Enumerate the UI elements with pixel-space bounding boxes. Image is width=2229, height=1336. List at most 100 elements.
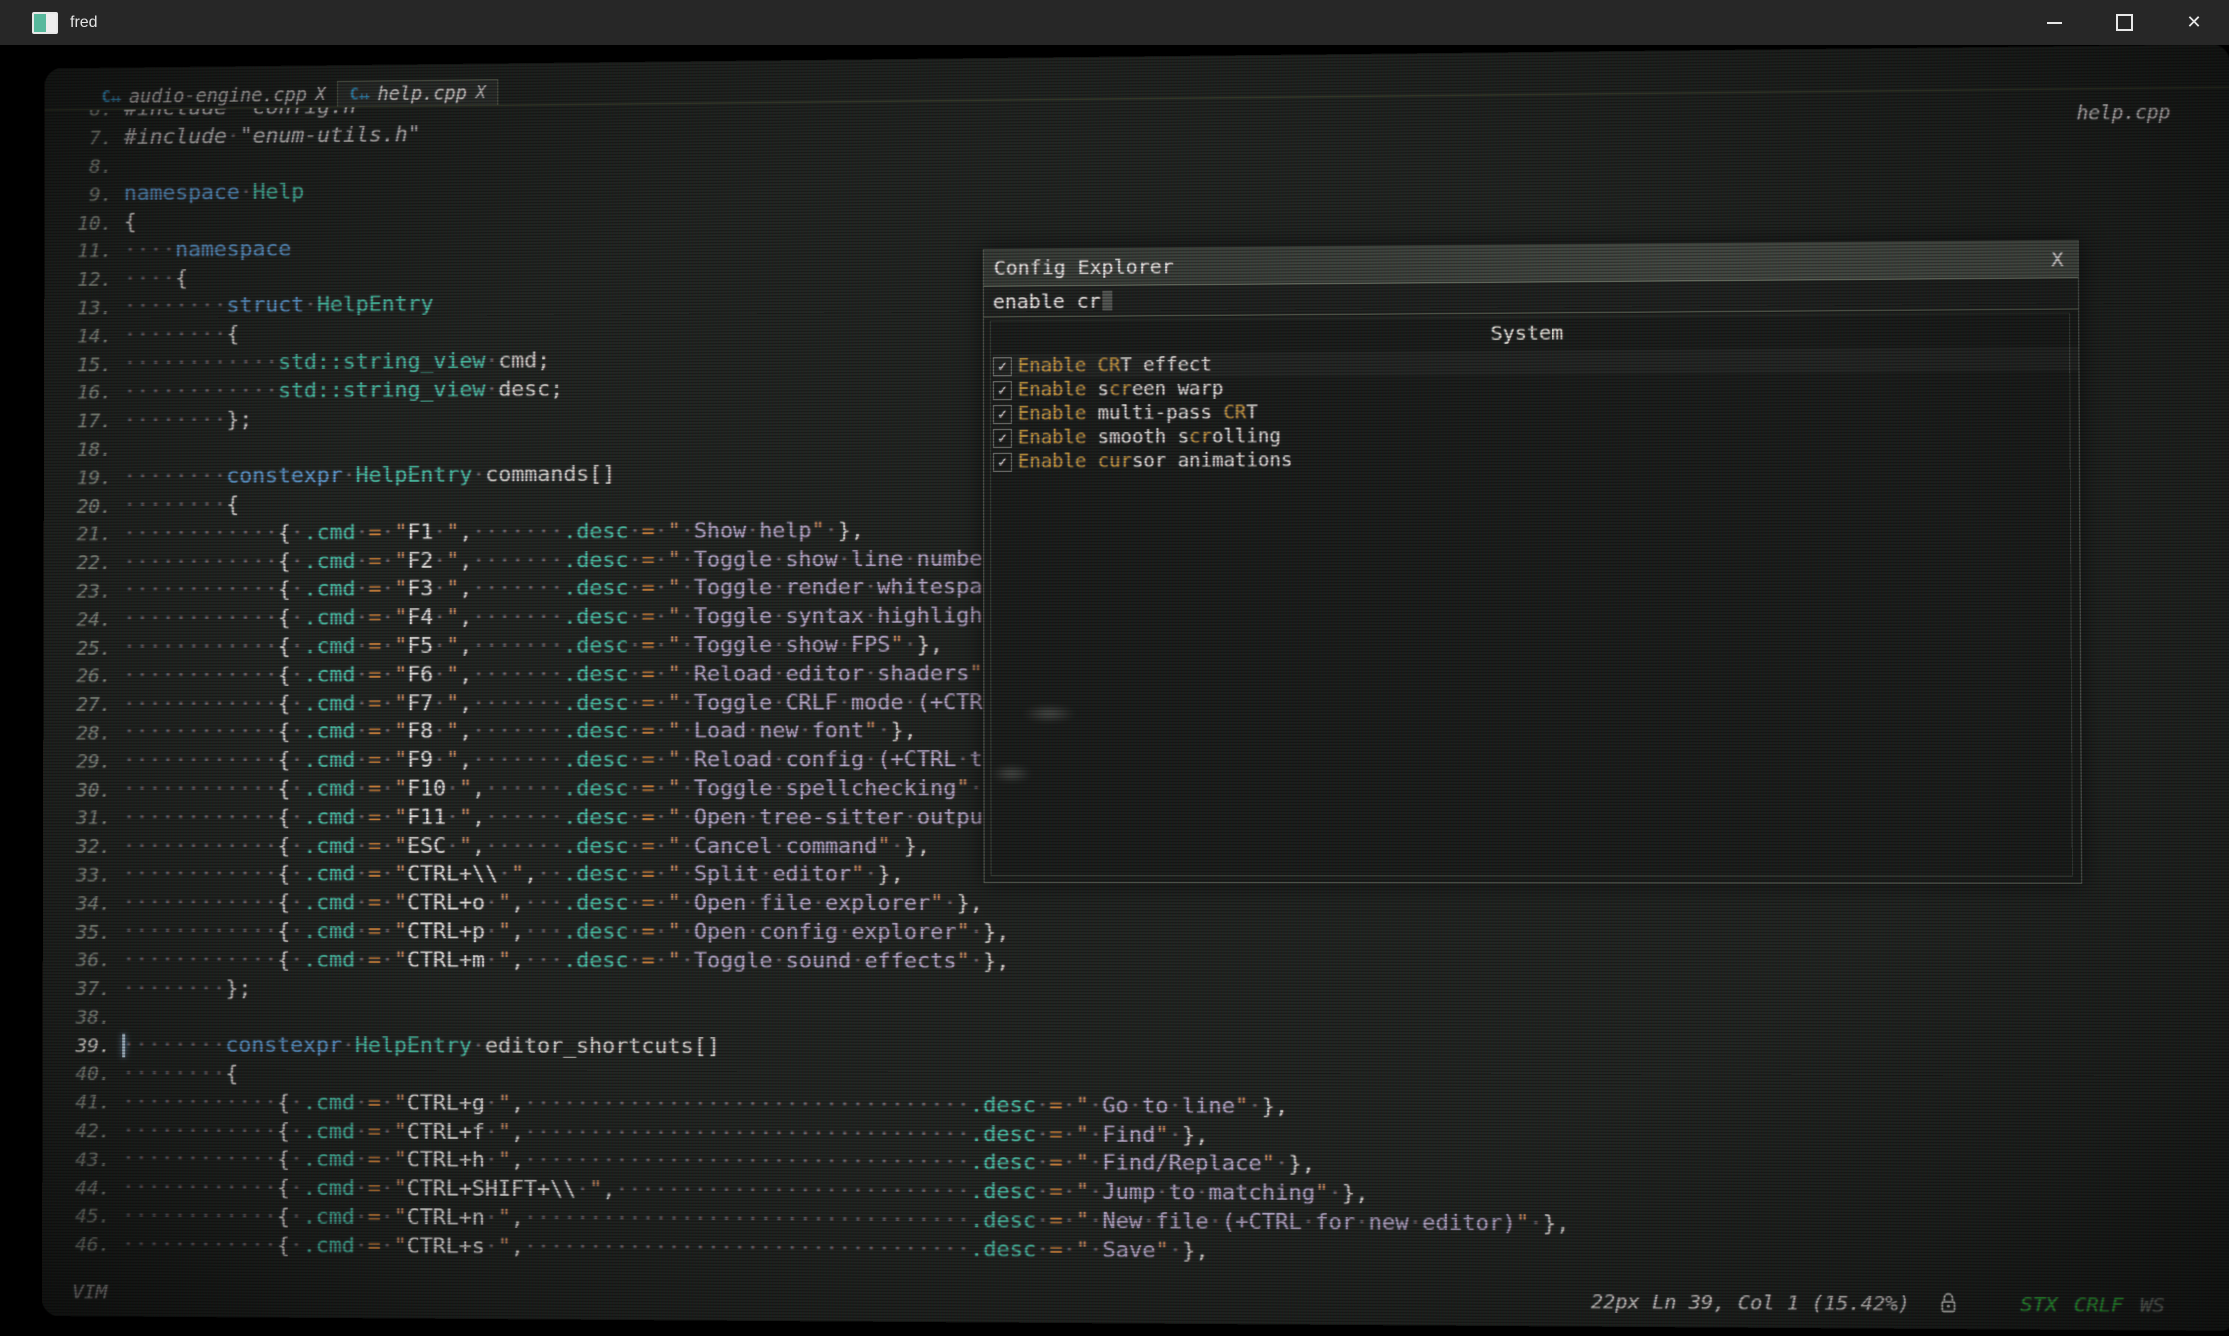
config-option-label: Enable cursor animations bbox=[1018, 449, 1292, 472]
line-number: 36. bbox=[43, 948, 111, 972]
line-number: 32. bbox=[43, 834, 111, 858]
line-number: 41. bbox=[42, 1090, 110, 1114]
code-line-text: ········{ bbox=[123, 493, 239, 518]
status-bar: VIM 22px Ln 39, Col 1 (15.42%) STXCRLFWS bbox=[42, 1279, 2229, 1321]
line-number: 45. bbox=[42, 1204, 110, 1228]
line-number: 44. bbox=[42, 1175, 110, 1199]
line-number: 26. bbox=[43, 664, 111, 688]
line-number: 25. bbox=[43, 635, 111, 659]
ghost-artifact bbox=[990, 765, 1032, 782]
line-number: 39. bbox=[43, 1033, 111, 1057]
crt-screen: 6.#include·"config.h"7.#include·"enum-ut… bbox=[0, 45, 2229, 1336]
checkbox[interactable]: ✓ bbox=[993, 428, 1012, 447]
code-line-text: ············{·.cmd·=·"CTRL+p·",···.desc·… bbox=[122, 919, 1009, 945]
line-number: 24. bbox=[44, 607, 112, 631]
code-line-text: ············{·.cmd·=·"F8·",·······.desc·… bbox=[123, 719, 917, 745]
code-line: 34.············{·.cmd·=·"CTRL+o·",···.de… bbox=[43, 889, 2229, 920]
code-line-text: ············{·.cmd·=·"F4·",·······.desc·… bbox=[123, 603, 1088, 631]
line-number: 40. bbox=[42, 1062, 110, 1086]
code-line-text: ········constexpr·HelpEntry·commands[] bbox=[123, 462, 615, 489]
popup-title: Config Explorer bbox=[994, 254, 1174, 279]
code-line-text: ············{·.cmd·=·"F9·",·······.desc·… bbox=[123, 747, 1128, 773]
line-number: 43. bbox=[42, 1147, 110, 1171]
flag-STX: STX bbox=[2020, 1292, 2057, 1317]
code-line-text: ············{·.cmd·=·"CTRL+o·",···.desc·… bbox=[122, 891, 982, 917]
cpp-file-icon: C++ bbox=[350, 85, 369, 103]
code-line-text: ············{·.cmd·=·"F3·",·······.desc·… bbox=[123, 575, 1062, 603]
code-line-text: ········{ bbox=[122, 1061, 238, 1086]
cursor-position-info: 22px Ln 39, Col 1 (15.42%) bbox=[1591, 1289, 1910, 1315]
tab-help.cpp[interactable]: C++ help.cpp X bbox=[337, 79, 498, 106]
code-line-text: ············{·.cmd·=·"F5·",·······.desc·… bbox=[123, 633, 943, 660]
line-number: 29. bbox=[43, 749, 111, 773]
vim-mode-indicator: VIM bbox=[72, 1280, 107, 1304]
text-cursor bbox=[1103, 291, 1113, 311]
minimize-button[interactable] bbox=[2019, 0, 2089, 45]
popup-body: System ✓Enable CRT effect✓Enable screen … bbox=[984, 308, 2081, 882]
line-number: 31. bbox=[43, 806, 111, 830]
code-line-text: ········{ bbox=[124, 322, 240, 347]
line-number: 14. bbox=[44, 324, 112, 348]
line-number: 16. bbox=[44, 380, 112, 404]
line-number: 22. bbox=[44, 550, 112, 574]
section-header: System bbox=[984, 317, 2078, 349]
code-line-text: namespace·Help bbox=[124, 180, 304, 206]
checkbox[interactable]: ✓ bbox=[993, 452, 1012, 471]
code-line-text: ············{·.cmd·=·"CTRL+SHIFT+\\·",··… bbox=[122, 1175, 1369, 1206]
line-number: 10. bbox=[44, 211, 112, 235]
line-number: 13. bbox=[44, 295, 112, 319]
window-controls: ✕ bbox=[2019, 0, 2229, 45]
code-line-text: ········}; bbox=[122, 976, 251, 1001]
close-icon: ✕ bbox=[2186, 12, 2201, 33]
code-line-text: ········constexpr·HelpEntry·editor_short… bbox=[122, 1033, 720, 1060]
line-number: 20. bbox=[44, 494, 112, 518]
code-line-text: ········}; bbox=[123, 407, 252, 432]
code-line-text: ············std::string_view·cmd; bbox=[124, 348, 551, 376]
code-line-text: ············std::string_view·desc; bbox=[124, 377, 564, 404]
checkbox[interactable]: ✓ bbox=[993, 404, 1012, 423]
line-number: 28. bbox=[43, 721, 111, 745]
config-option-label: Enable CRT effect bbox=[1018, 354, 1212, 377]
tab-close-icon[interactable]: X bbox=[316, 84, 326, 104]
line-number: 15. bbox=[44, 352, 112, 376]
tab-close-icon[interactable]: X bbox=[476, 83, 486, 103]
app-icon bbox=[32, 12, 58, 34]
popup-close-icon[interactable]: X bbox=[2051, 241, 2064, 277]
line-number: 23. bbox=[44, 579, 112, 603]
code-line-text: ············{·.cmd·=·"CTRL+h·",·········… bbox=[122, 1147, 1315, 1177]
config-option[interactable]: ✓ Enable cursor animations bbox=[993, 444, 2079, 474]
line-number: 37. bbox=[43, 976, 111, 1000]
code-line-text: ········struct·HelpEntry bbox=[124, 292, 434, 319]
line-number: 18. bbox=[44, 437, 112, 461]
line-number: 17. bbox=[44, 409, 112, 433]
checkbox[interactable]: ✓ bbox=[993, 381, 1012, 400]
config-option-label: Enable smooth scrolling bbox=[1018, 425, 1281, 448]
code-line-text: ············{·.cmd·=·"F2·",·······.desc·… bbox=[123, 546, 1062, 574]
tab-audio-engine.cpp[interactable]: C++audio-engine.cppX bbox=[90, 82, 337, 109]
code-line-text: ············{·.cmd·=·"CTRL+\\·",··.desc·… bbox=[123, 862, 904, 887]
minimize-icon bbox=[2047, 22, 2062, 24]
code-line: 35. ············{·.cmd·=·"CTRL+p·",···.de… bbox=[43, 917, 2229, 949]
code-line-text: ············{·.cmd·=·"CTRL+s·",·········… bbox=[122, 1232, 1209, 1263]
line-number: 12. bbox=[44, 267, 112, 291]
flag-CRLF: CRLF bbox=[2074, 1292, 2124, 1317]
tab-label: audio-engine.cpp bbox=[129, 84, 307, 108]
code-line-text: ············{·.cmd·=·"CTRL+g·",·········… bbox=[122, 1090, 1288, 1119]
code-line-text: ············{·.cmd·=·"ESC·",······.desc·… bbox=[123, 834, 931, 859]
close-button[interactable]: ✕ bbox=[2159, 0, 2229, 45]
line-number: 35. bbox=[43, 919, 111, 943]
search-query: enable cr bbox=[993, 289, 1101, 314]
config-option-list: ✓Enable CRT effect✓Enable screen warp✓En… bbox=[984, 347, 2079, 474]
line-number: 19. bbox=[44, 465, 112, 489]
maximize-button[interactable] bbox=[2089, 0, 2159, 45]
checkbox[interactable]: ✓ bbox=[993, 357, 1012, 376]
line-number: 30. bbox=[43, 777, 111, 801]
line-number: 11. bbox=[44, 239, 112, 263]
line-number: 7. bbox=[45, 126, 113, 150]
tab-label: help.cpp bbox=[377, 82, 466, 105]
window-titlebar: fred ✕ bbox=[0, 0, 2229, 45]
file-flags: STXCRLFWS bbox=[2020, 1292, 2165, 1317]
code-line-text: ····namespace bbox=[124, 237, 291, 263]
code-line-text: ············{·.cmd·=·"F10·",······.desc·… bbox=[123, 776, 1010, 801]
lock-icon bbox=[1940, 1291, 1958, 1319]
